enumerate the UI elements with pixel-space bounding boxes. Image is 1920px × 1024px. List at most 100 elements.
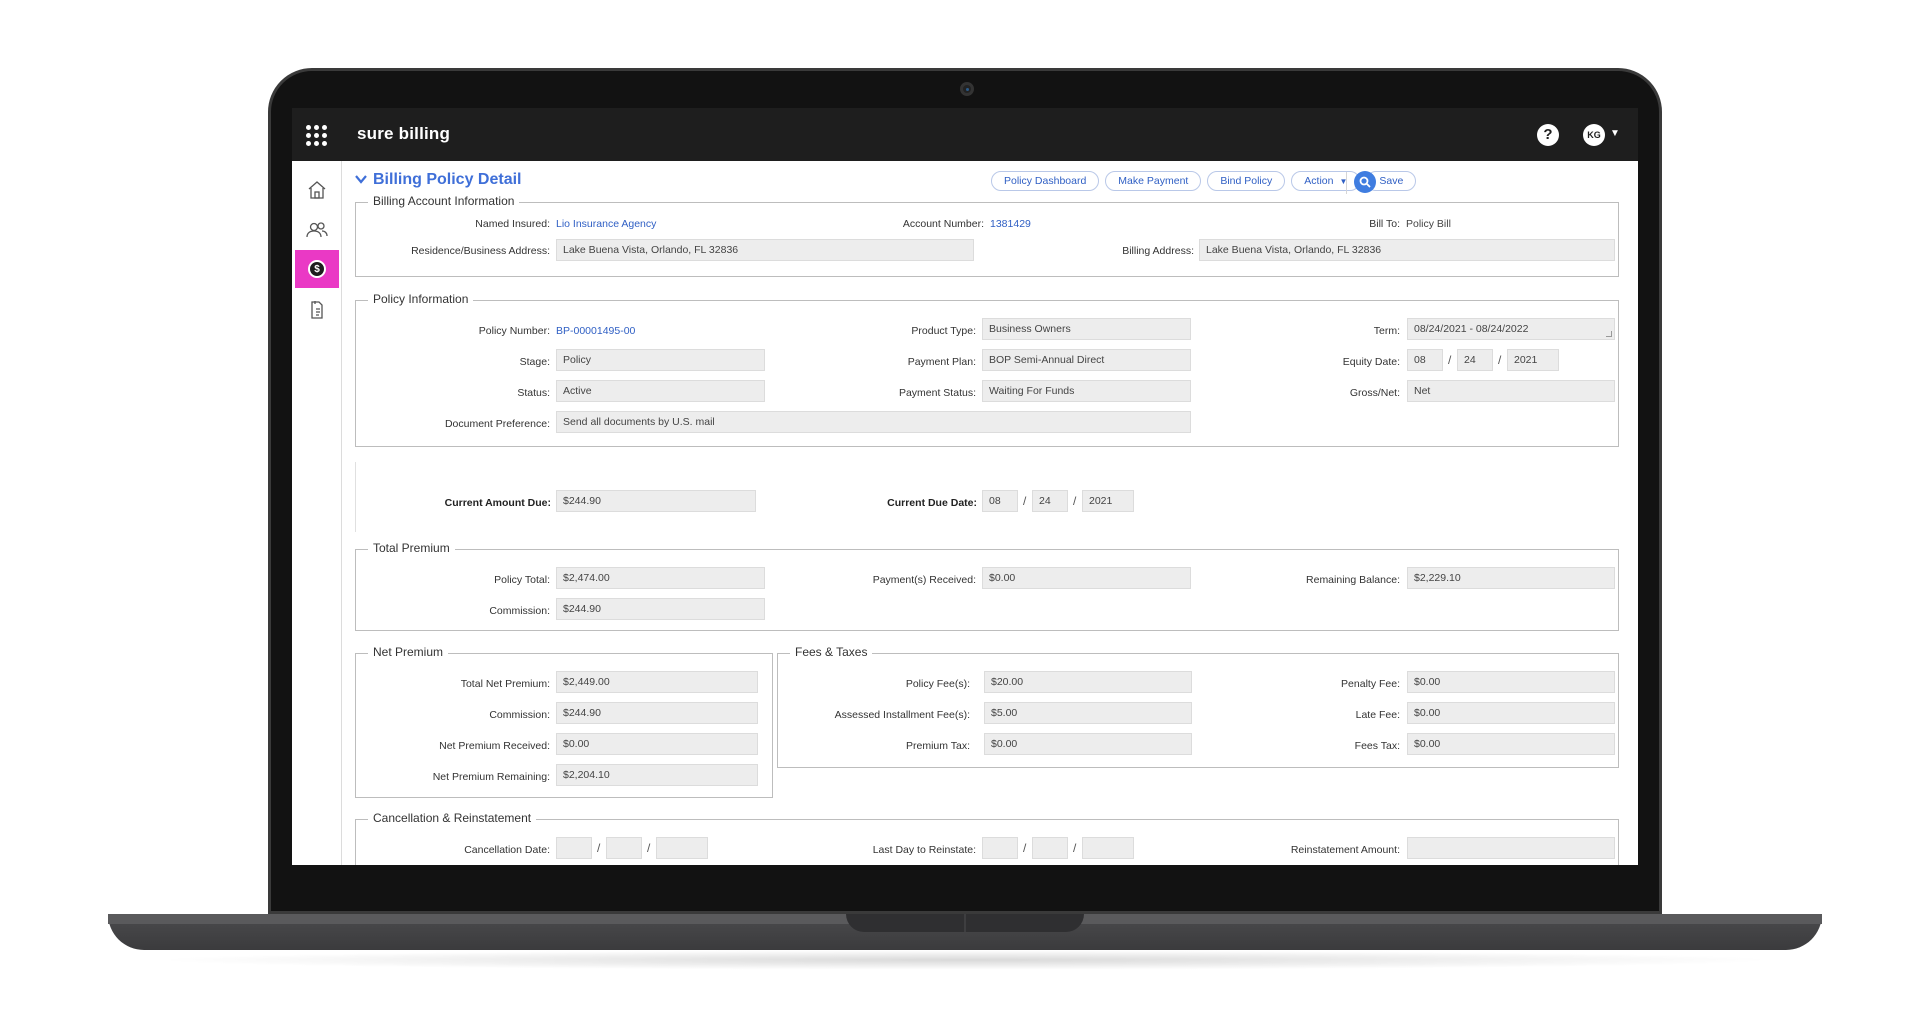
policy-number-label: Policy Number: [478,325,550,337]
action-label: Action [1304,175,1334,187]
late-fee-field[interactable]: $0.00 [1407,702,1615,724]
product-type-field[interactable]: Business Owners [982,318,1191,340]
residence-field[interactable]: Lake Buena Vista, Orlando, FL 32836 [556,239,974,261]
sidebar-item-home[interactable] [295,171,339,209]
gross-net-label: Gross/Net: [1349,387,1400,399]
section-legend: Total Premium [368,541,455,555]
reinstate-month-field[interactable] [982,837,1018,859]
policy-number-link[interactable]: BP-00001495-00 [556,325,635,337]
commission-label: Commission: [489,605,550,617]
payment-status-field[interactable]: Waiting For Funds [982,380,1191,402]
current-amount-due-label: Current Amount Due: [444,497,551,509]
document-preference-label: Document Preference: [444,418,550,430]
total-net-premium-field[interactable]: $2,449.00 [556,671,758,693]
cancellation-date-label: Cancellation Date: [464,844,550,856]
resize-grip-icon [1606,331,1612,337]
premium-tax-field[interactable]: $0.00 [984,733,1192,755]
gross-net-field[interactable]: Net [1407,380,1615,402]
billing-address-field[interactable]: Lake Buena Vista, Orlando, FL 32836 [1199,239,1615,261]
app-title: sure billing [357,124,451,143]
commission-field[interactable]: $244.90 [556,598,765,620]
policy-total-field[interactable]: $2,474.00 [556,567,765,589]
chevron-down-icon[interactable]: ▼ [1610,128,1620,139]
current-amount-due-field[interactable]: $244.90 [556,490,756,512]
documents-icon [311,301,323,319]
sidebar-item-users[interactable] [295,211,339,249]
action-toolbar: Policy Dashboard Make Payment Bind Polic… [991,171,1417,191]
due-day-field[interactable]: 24 [1032,490,1068,512]
document-preference-field[interactable]: Send all documents by U.S. mail [556,411,1191,433]
search-icon [1359,176,1371,188]
residence-label: Residence/Business Address: [411,245,550,257]
reinstate-day-field[interactable] [1032,837,1068,859]
bill-to-value: Policy Bill [1406,218,1451,230]
stage-label: Stage: [519,356,550,368]
sidebar-item-documents[interactable] [295,291,339,329]
date-separator: / [647,841,651,855]
policy-info-section: Policy Information Policy Number: BP-000… [355,292,1619,447]
sidebar: $ [292,161,342,865]
last-day-reinstate-label: Last Day to Reinstate: [872,844,976,856]
equity-date-label: Equity Date: [1342,356,1400,368]
due-month-field[interactable]: 08 [982,490,1018,512]
fees-tax-label: Fees Tax: [1354,740,1400,752]
action-dropdown-button[interactable]: Action ▼ [1291,171,1361,191]
help-icon[interactable]: ? [1537,124,1559,146]
late-fee-label: Late Fee: [1355,709,1400,721]
equity-day-field[interactable]: 24 [1457,349,1493,371]
premium-tax-label: Premium Tax: [906,740,970,752]
section-legend: Policy Information [368,292,474,306]
chevron-down-icon[interactable] [355,173,367,185]
status-field[interactable]: Active [556,380,765,402]
due-year-field[interactable]: 2021 [1082,490,1134,512]
net-premium-received-label: Net Premium Received: [439,740,550,752]
section-legend: Cancellation & Reinstatement [368,811,537,825]
penalty-fee-label: Penalty Fee: [1341,678,1400,690]
term-field[interactable]: 08/24/2021 - 08/24/2022 [1407,318,1615,340]
make-payment-button[interactable]: Make Payment [1105,171,1202,191]
sidebar-item-billing[interactable]: $ [295,250,339,288]
payment-plan-field[interactable]: BOP Semi-Annual Direct [982,349,1191,371]
net-premium-section: Net Premium Total Net Premium: $2,449.00… [355,645,773,798]
date-separator: / [1073,494,1077,508]
fees-tax-field[interactable]: $0.00 [1407,733,1615,755]
laptop-notch [846,914,1084,932]
apps-grid-icon[interactable] [306,125,328,147]
net-commission-field[interactable]: $244.90 [556,702,758,724]
net-premium-remaining-field[interactable]: $2,204.10 [556,764,758,786]
reinstatement-amount-field[interactable] [1407,837,1615,859]
policy-dashboard-button[interactable]: Policy Dashboard [991,171,1100,191]
remaining-balance-field[interactable]: $2,229.10 [1407,567,1615,589]
date-separator: / [1498,353,1502,367]
payment-status-label: Payment Status: [898,387,976,399]
policy-fees-field[interactable]: $20.00 [984,671,1192,693]
total-net-premium-label: Total Net Premium: [460,678,550,690]
equity-month-field[interactable]: 08 [1407,349,1443,371]
net-premium-remaining-label: Net Premium Remaining: [432,771,550,783]
status-label: Status: [517,387,550,399]
named-insured-link[interactable]: Lio Insurance Agency [556,218,656,230]
date-separator: / [1023,841,1027,855]
cancellation-day-field[interactable] [606,837,642,859]
term-label: Term: [1373,325,1400,337]
app-screen: sure billing ? KG ▼ $ Billing Policy Det… [292,108,1638,865]
equity-year-field[interactable]: 2021 [1507,349,1559,371]
search-button[interactable] [1354,171,1376,193]
installment-fees-field[interactable]: $5.00 [984,702,1192,724]
cancellation-year-field[interactable] [656,837,708,859]
laptop-shadow [150,950,1780,970]
main-content: Billing Policy Detail Policy Dashboard M… [343,161,1638,865]
avatar[interactable]: KG [1583,124,1605,146]
bind-policy-button[interactable]: Bind Policy [1207,171,1286,191]
net-premium-received-field[interactable]: $0.00 [556,733,758,755]
stage-field[interactable]: Policy [556,349,765,371]
account-number-link[interactable]: 1381429 [990,218,1031,230]
payments-received-field[interactable]: $0.00 [982,567,1191,589]
cancellation-month-field[interactable] [556,837,592,859]
laptop-mockup: sure billing ? KG ▼ $ Billing Policy Det… [0,0,1920,1024]
top-bar: sure billing ? KG ▼ [292,108,1638,161]
policy-fees-label: Policy Fee(s): [905,678,970,690]
penalty-fee-field[interactable]: $0.00 [1407,671,1615,693]
net-commission-label: Commission: [489,709,550,721]
reinstate-year-field[interactable] [1082,837,1134,859]
